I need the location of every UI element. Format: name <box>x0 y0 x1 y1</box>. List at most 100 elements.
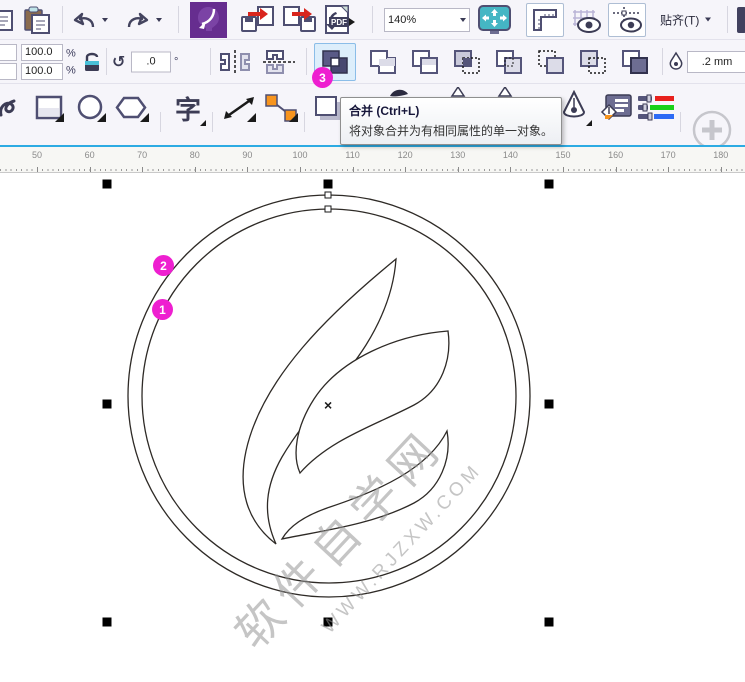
ruler-label: 70 <box>137 150 148 160</box>
ruler-label: 130 <box>450 150 466 160</box>
object-position-fields[interactable] <box>0 43 17 80</box>
redo-dropdown-icon[interactable] <box>156 17 162 22</box>
standard-toolbar: PDF 140% 贴齐(T) <box>0 0 745 40</box>
step-badge-1: 1 <box>152 299 173 320</box>
undo-button[interactable] <box>70 5 100 35</box>
artistic-media-tool-icon[interactable] <box>388 87 410 97</box>
freehand-tool-icon[interactable] <box>0 88 26 128</box>
trim-button[interactable] <box>406 44 444 80</box>
selection-handle-bottom-left[interactable] <box>102 617 112 627</box>
ruler-major-tick <box>142 167 144 172</box>
selection-handle-bottom-right[interactable] <box>544 617 554 627</box>
drawing-canvas[interactable]: × 软件自学网 WWW.RJZXW.COM 2 1 <box>0 173 745 682</box>
ruler-major-tick <box>352 167 354 172</box>
mirror-vertical-icon[interactable] <box>262 48 296 76</box>
separator <box>306 48 307 75</box>
separator <box>62 6 63 33</box>
text-tool-glyph: 字 <box>174 94 201 125</box>
tooltip-description: 将对象合并为有相同属性的单一对象。 <box>349 124 554 138</box>
selection-handle-top-left[interactable] <box>102 179 112 189</box>
separator <box>662 48 663 75</box>
application-launcher-icon[interactable] <box>190 1 227 38</box>
tooltip-title: 合并 (Ctrl+L) <box>349 104 420 118</box>
separator <box>372 6 373 33</box>
simplify-button[interactable] <box>490 44 528 80</box>
create-boundary-button[interactable] <box>616 44 654 80</box>
horizontal-ruler[interactable]: 50 60 70 80 90 100 110 120 130 140 150 160 170 180 <box>0 145 745 173</box>
undo-dropdown-icon[interactable] <box>102 17 108 22</box>
options-icon[interactable] <box>736 5 745 35</box>
scale-h-field[interactable]: 100.0 <box>21 43 63 61</box>
step-badge-3: 3 <box>312 67 333 88</box>
lock-ratio-icon[interactable] <box>82 50 102 74</box>
export-icon[interactable] <box>282 5 318 35</box>
degree-label: ° <box>174 55 179 68</box>
rulers-toggle-button[interactable] <box>526 2 564 37</box>
ruler-label: 150 <box>555 150 571 160</box>
separator <box>212 112 213 132</box>
separator <box>304 112 305 132</box>
paste-icon[interactable] <box>22 6 52 34</box>
full-screen-preview-icon[interactable] <box>478 4 511 35</box>
dimension-tool-icon[interactable] <box>218 88 260 128</box>
text-tool-icon[interactable]: 字 <box>168 88 208 128</box>
add-tools-button[interactable] <box>692 110 732 150</box>
ruler-label: 160 <box>608 150 624 160</box>
snap-to-dropdown[interactable]: 贴齐(T) <box>660 11 712 28</box>
front-minus-back-button[interactable] <box>532 44 570 80</box>
ellipse-tool-icon[interactable] <box>72 88 110 128</box>
pen-tool-icon[interactable] <box>448 87 468 97</box>
guidelines-toggle-button[interactable] <box>608 2 646 37</box>
fill-dialog-icon[interactable] <box>596 88 636 128</box>
ruler-major-tick <box>247 167 249 172</box>
mirror-horizontal-icon[interactable] <box>218 49 252 75</box>
import-icon[interactable] <box>240 5 276 35</box>
ruler-label: 60 <box>84 150 95 160</box>
selection-handle-top-center[interactable] <box>323 179 333 189</box>
connector-tool-icon[interactable] <box>260 88 302 128</box>
outline-width-field[interactable]: .2 mm <box>687 50 745 73</box>
color-sliders-icon[interactable] <box>634 88 678 128</box>
ruler-major-tick <box>720 167 722 172</box>
ruler-major-tick <box>615 167 617 172</box>
ruler-major-tick <box>37 167 38 172</box>
ruler-label: 180 <box>713 150 729 160</box>
intersect-button[interactable] <box>448 44 486 80</box>
scale-v-field[interactable]: 100.0 <box>21 62 63 80</box>
ruler-label: 170 <box>660 150 676 160</box>
toolbar-area: PDF 140% 贴齐(T) 100.0 100.0 % % ↺ .0 ° .2… <box>0 0 745 150</box>
rotation-angle-field[interactable]: .0 <box>131 51 171 72</box>
outline-width-icon <box>668 51 684 73</box>
property-bar: 100.0 100.0 % % ↺ .0 ° .2 mm <box>0 40 745 84</box>
ruler-label: 100 <box>292 150 308 160</box>
object-center-marker[interactable]: × <box>324 397 332 413</box>
zoom-dropdown-icon[interactable] <box>460 17 466 22</box>
publish-pdf-icon[interactable]: PDF <box>322 4 360 36</box>
selection-handle-top-right[interactable] <box>544 179 554 189</box>
curve-node[interactable] <box>324 191 332 199</box>
copy-icon[interactable] <box>0 7 14 33</box>
back-minus-front-button[interactable] <box>574 44 612 80</box>
toolbox-bar: 字 合并 (Ctrl+L) 将对象合并为有相同属性的单一对象。 <box>0 84 745 150</box>
rectangle-tool-icon[interactable] <box>30 88 68 128</box>
selection-handle-bottom-center[interactable] <box>323 617 333 627</box>
redo-button[interactable] <box>122 5 152 35</box>
zoom-level-value: 140% <box>388 13 417 26</box>
polygon-tool-icon[interactable] <box>110 88 152 128</box>
ruler-minor-ticks <box>0 169 745 171</box>
logo-artwork[interactable]: × <box>0 173 745 682</box>
separator <box>680 112 681 132</box>
separator <box>160 112 161 132</box>
ruler-major-tick <box>563 167 564 172</box>
bezier-tool-icon[interactable] <box>495 87 515 97</box>
rotation-icon: ↺ <box>112 53 126 71</box>
weld-button[interactable] <box>364 44 402 80</box>
curve-node[interactable] <box>324 205 332 213</box>
ruler-major-tick <box>300 167 301 172</box>
zoom-level-select[interactable]: 140% <box>384 7 470 32</box>
selection-handle-middle-right[interactable] <box>544 399 554 409</box>
selection-handle-middle-left[interactable] <box>102 399 112 409</box>
ruler-label: 110 <box>345 150 360 160</box>
ruler-label: 90 <box>242 150 253 160</box>
grid-toggle-button[interactable] <box>568 3 606 37</box>
